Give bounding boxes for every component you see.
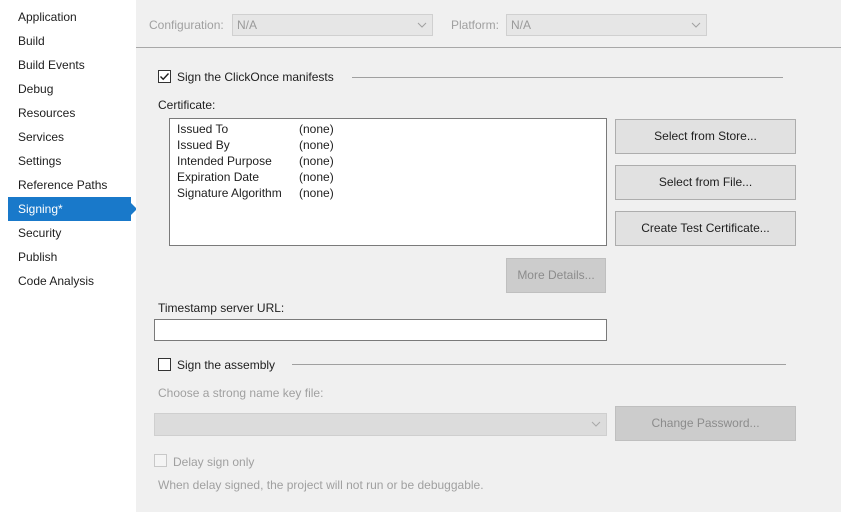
sign-manifests-checkbox[interactable] (158, 70, 171, 83)
chevron-down-icon (417, 22, 427, 28)
delay-sign-note: When delay signed, the project will not … (158, 478, 484, 492)
sidebar-item-publish[interactable]: Publish (8, 245, 131, 269)
configuration-label: Configuration: (149, 18, 224, 32)
sidebar-item-build-events[interactable]: Build Events (8, 53, 131, 77)
strong-name-key-label: Choose a strong name key file: (158, 386, 324, 400)
certificate-details-box: Issued To (none) Issued By (none) Intend… (169, 118, 607, 246)
chevron-down-icon (691, 22, 701, 28)
certificate-field-value: (none) (299, 122, 334, 136)
sidebar-item-resources[interactable]: Resources (8, 101, 131, 125)
sidebar-item-reference-paths[interactable]: Reference Paths (8, 173, 131, 197)
certificate-field-value: (none) (299, 170, 334, 184)
sidebar-item-settings[interactable]: Settings (8, 149, 131, 173)
certificate-field-name: Intended Purpose (177, 154, 272, 168)
sidebar-item-application[interactable]: Application (8, 5, 131, 29)
sidebar-nav: Application Build Build Events Debug Res… (0, 0, 137, 512)
platform-value: N/A (511, 18, 532, 32)
sign-assembly-divider (292, 364, 786, 365)
sidebar-item-debug[interactable]: Debug (8, 77, 131, 101)
certificate-field-value: (none) (299, 154, 334, 168)
sidebar-item-services[interactable]: Services (8, 125, 131, 149)
certificate-field-name: Issued By (177, 138, 230, 152)
certificate-field-name: Signature Algorithm (177, 186, 282, 200)
configuration-dropdown[interactable]: N/A (232, 14, 433, 36)
more-details-button[interactable]: More Details... (506, 258, 606, 293)
select-from-store-button[interactable]: Select from Store... (615, 119, 796, 154)
sidebar-item-security[interactable]: Security (8, 221, 131, 245)
certificate-field-name: Issued To (177, 122, 229, 136)
platform-label: Platform: (451, 18, 500, 32)
certificate-field-name: Expiration Date (177, 170, 260, 184)
sign-manifests-label[interactable]: Sign the ClickOnce manifests (177, 70, 334, 84)
timestamp-url-input[interactable] (154, 319, 607, 341)
certificate-field-value: (none) (299, 186, 334, 200)
delay-sign-label[interactable]: Delay sign only (173, 455, 254, 469)
platform-dropdown[interactable]: N/A (506, 14, 707, 36)
checkmark-icon (160, 73, 170, 81)
certificate-field-value: (none) (299, 138, 334, 152)
sidebar-item-code-analysis[interactable]: Code Analysis (8, 269, 131, 293)
configuration-value: N/A (237, 18, 258, 32)
sign-assembly-label[interactable]: Sign the assembly (177, 358, 275, 372)
sign-manifests-divider (352, 77, 783, 78)
select-from-file-button[interactable]: Select from File... (615, 165, 796, 200)
create-test-certificate-button[interactable]: Create Test Certificate... (615, 211, 796, 246)
signing-panel: Configuration: N/A Platform: N/A Sign th… (136, 0, 841, 512)
sign-assembly-checkbox[interactable] (158, 358, 171, 371)
chevron-down-icon (591, 421, 601, 427)
change-password-button[interactable]: Change Password... (615, 406, 796, 441)
certificate-label: Certificate: (158, 98, 216, 112)
header-divider (136, 47, 841, 48)
timestamp-label: Timestamp server URL: (158, 301, 285, 315)
sidebar-item-build[interactable]: Build (8, 29, 131, 53)
strong-name-key-dropdown[interactable] (154, 413, 607, 436)
delay-sign-checkbox[interactable] (154, 454, 167, 467)
sidebar-item-signing[interactable]: Signing* (8, 197, 137, 221)
